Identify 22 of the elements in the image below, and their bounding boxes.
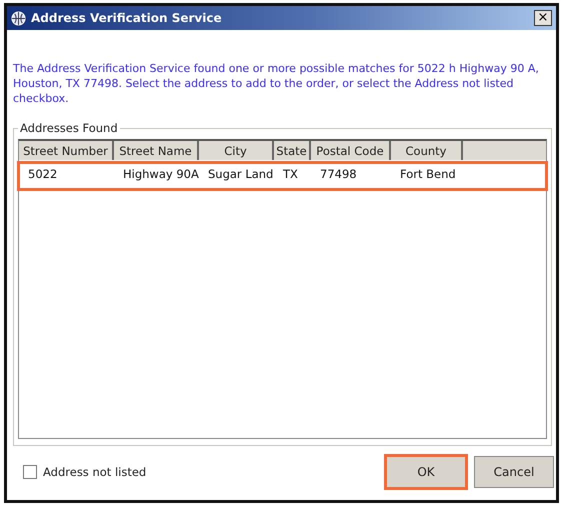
group-label: Addresses Found (18, 121, 120, 135)
column-header[interactable]: State (274, 141, 311, 160)
column-header[interactable]: Street Number (19, 141, 114, 160)
info-message: The Address Verification Service found one or more possible matches for 5022 h Highway 90 A, Houston, TX 77498. Select the address to add to the order, or select the Address not listed checkbox. (13, 61, 540, 106)
window-title: Address Verification Service (31, 11, 223, 25)
column-header[interactable]: County (391, 141, 463, 160)
close-button[interactable]: × (534, 10, 552, 26)
column-header[interactable]: City (199, 141, 274, 160)
column-header[interactable]: Street Name (114, 141, 199, 160)
column-header[interactable]: Postal Code (311, 141, 391, 160)
dialog-button[interactable]: OK (384, 454, 468, 490)
table-cell-text: Highway 90A (122, 167, 200, 181)
globe-icon (11, 10, 26, 26)
table-cell-text: TX (282, 167, 299, 181)
table-cell-text: 77498 (319, 167, 358, 181)
table-row[interactable]: 5022 Highway 90A Sugar Land TX 77498 Fort Bend (17, 161, 548, 191)
table-cell-text: Sugar Land (207, 167, 274, 181)
checkbox-label: Address not listed (43, 465, 148, 479)
table-cell-text: Fort Bend (399, 167, 457, 181)
checkbox[interactable] (23, 465, 37, 479)
dialog-button[interactable]: Cancel (474, 456, 554, 488)
table-cell-text: 5022 (27, 167, 58, 181)
